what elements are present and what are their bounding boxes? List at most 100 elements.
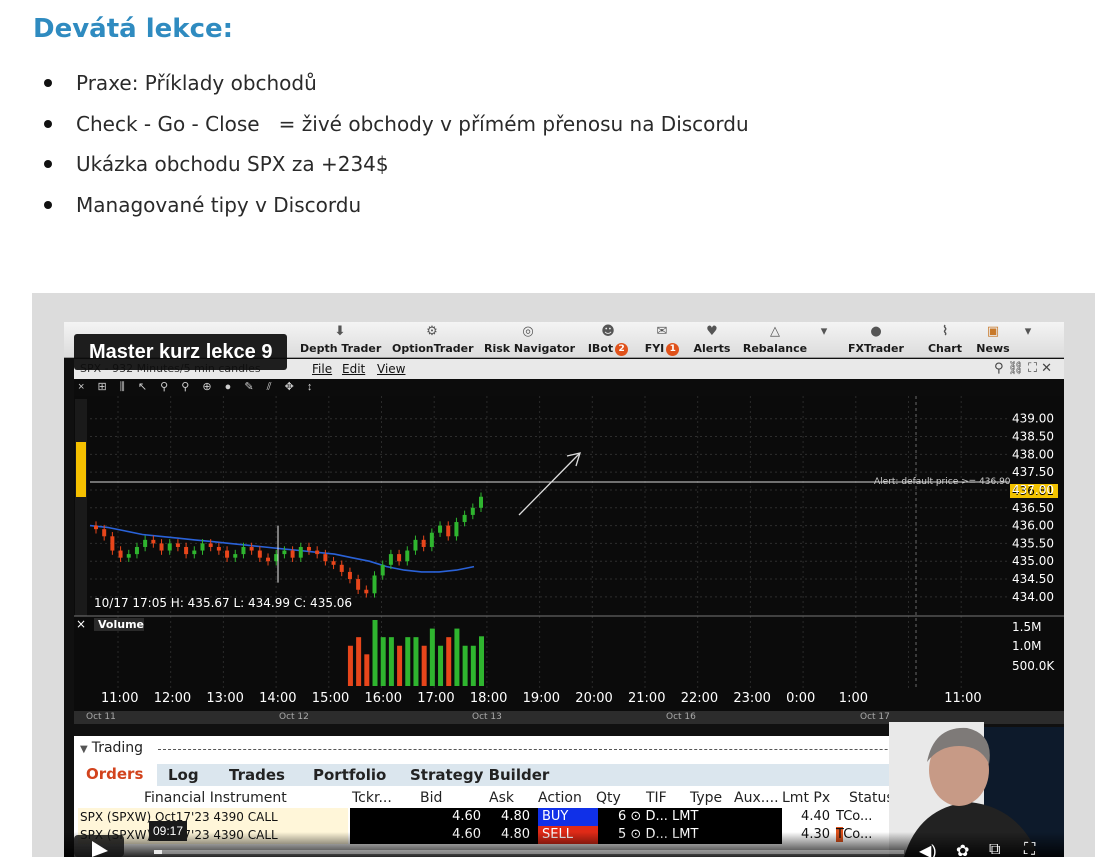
candle (159, 543, 164, 551)
date-tick: Oct 16 (666, 712, 696, 722)
candle (438, 525, 443, 533)
trading-heading-label: Trading (91, 740, 144, 756)
tab-trades[interactable]: Trades (229, 766, 285, 784)
chart-left-scroll (75, 399, 87, 616)
x-tick-label: 23:00 (733, 691, 770, 706)
progress-fill (154, 850, 162, 854)
tab-portfolio[interactable]: Portfolio (313, 766, 386, 784)
fullscreen-icon[interactable]: ⛶ (1024, 841, 1035, 857)
volume-bar (405, 637, 411, 686)
volume-bar (356, 637, 362, 686)
x-tick-label: 0:00 (786, 691, 815, 706)
column-header[interactable]: Bid (420, 790, 442, 810)
gear-icon[interactable]: ✿ (956, 841, 969, 857)
video-player[interactable]: ⬇ Depth Trader ⚙ OptionTrader ◎ Risk Naviga… (64, 322, 1064, 857)
candle (175, 543, 180, 547)
instrument-cell: SPX (SPXW) Oct17'23 4390 CALL (78, 808, 348, 826)
x-tick-label: 18:00 (470, 691, 507, 706)
play-button[interactable] (74, 835, 124, 857)
x-tick-label: 11:00 (944, 691, 981, 706)
date-tick: Oct 11 (86, 712, 116, 722)
volume-bar (388, 637, 394, 686)
y-tick-label: 436.50 (1012, 501, 1054, 515)
date-tick: Oct 12 (279, 712, 309, 722)
x-tick-label: 17:00 (417, 691, 454, 706)
candle (110, 536, 115, 551)
topic-text: Ukázka obchodu SPX za +234$ (76, 152, 389, 176)
candle (94, 525, 98, 530)
column-header[interactable]: Action (538, 790, 582, 810)
volume-icon[interactable]: ◀) (919, 841, 937, 857)
candle (192, 550, 197, 555)
candle (102, 529, 107, 537)
column-header[interactable]: Qty (596, 790, 621, 810)
topic-text: Managované tipy v Discordu (76, 192, 362, 217)
volume-bar (372, 620, 378, 686)
picture-in-picture-icon[interactable]: ⧉ (989, 841, 1000, 857)
volume-bar (446, 637, 452, 686)
column-header[interactable]: Aux.... (734, 790, 779, 810)
list-item: Check - Go - Close = živé obchody v přím… (40, 107, 749, 148)
y-tick-label: 437.00 (1012, 483, 1054, 497)
tab-strategy-builder[interactable]: Strategy Builder (410, 766, 549, 784)
column-header[interactable]: Tckr... (352, 790, 392, 810)
y-tick-label: 437.50 (1012, 465, 1054, 479)
candle (306, 546, 311, 551)
candle (134, 546, 139, 555)
tab-log[interactable]: Log (168, 766, 199, 784)
candle (347, 571, 352, 580)
trading-heading: ▼ Trading (80, 740, 143, 756)
candle (151, 539, 156, 544)
volume-bar (454, 628, 460, 686)
candle (200, 543, 205, 551)
date-tick: Oct 13 (472, 712, 502, 722)
y-tick-label: 438.50 (1012, 430, 1054, 444)
candle (290, 550, 295, 558)
column-header[interactable]: Lmt Px (782, 790, 830, 810)
bullet-icon (44, 119, 52, 128)
x-tick-label: 16:00 (365, 691, 402, 706)
volume-bar (364, 654, 370, 686)
zoom-slider-handle (76, 442, 86, 497)
x-tick-label: 13:00 (206, 691, 243, 706)
candle (380, 564, 385, 576)
progress-bar[interactable] (154, 850, 904, 854)
column-header[interactable]: Type (690, 790, 722, 810)
y-tick-label: 436.00 (1012, 519, 1054, 533)
candle (298, 546, 303, 558)
column-header[interactable]: Financial Instrument (144, 790, 287, 810)
ask-cell: 4.80 (501, 809, 530, 824)
candle (397, 554, 402, 562)
x-axis: 11:00 12:00 13:00 14:00 15:00 16:00 17:00 18:00… (101, 691, 982, 706)
column-header[interactable]: TIF (646, 790, 667, 810)
y-tick-label: 439.00 (1012, 412, 1054, 426)
candle (225, 550, 230, 558)
time-tooltip: 09:17 (149, 821, 188, 841)
volume-bar (429, 628, 435, 686)
y-tick-label: 435.00 (1012, 554, 1054, 568)
column-header[interactable]: Status (849, 790, 894, 810)
x-tick-label: 1:00 (839, 691, 868, 706)
candle (479, 496, 483, 508)
volume-tick: 1.5M (1012, 620, 1041, 634)
tab-orders[interactable]: Orders (78, 764, 158, 786)
topic-text: Check - Go - Close = živé obchody v přím… (76, 111, 749, 136)
candle (372, 575, 377, 594)
candle (126, 554, 131, 558)
candle (356, 579, 361, 590)
volume-bar (479, 636, 484, 686)
date-tick: Oct 17 (860, 712, 890, 722)
qty-cell: 6 (618, 809, 627, 824)
topic-text: Praxe: Příklady obchodů (76, 71, 317, 95)
candle (208, 543, 213, 547)
x-tick-label: 11:00 (101, 691, 138, 706)
column-header[interactable]: Ask (489, 790, 514, 810)
video-title: Master kurz lekce 9 (74, 334, 288, 370)
collapse-icon[interactable]: ▼ (80, 744, 88, 755)
list-item: Managované tipy v Discordu (40, 188, 749, 229)
y-axis: 439.00 438.50 438.00 437.50 437.00 436.50 436.… (1012, 412, 1054, 604)
volume-tick: 500.0K (1012, 659, 1055, 673)
candle (282, 550, 287, 555)
y-tick-label: 435.50 (1012, 536, 1054, 550)
volume-bar (397, 645, 403, 686)
